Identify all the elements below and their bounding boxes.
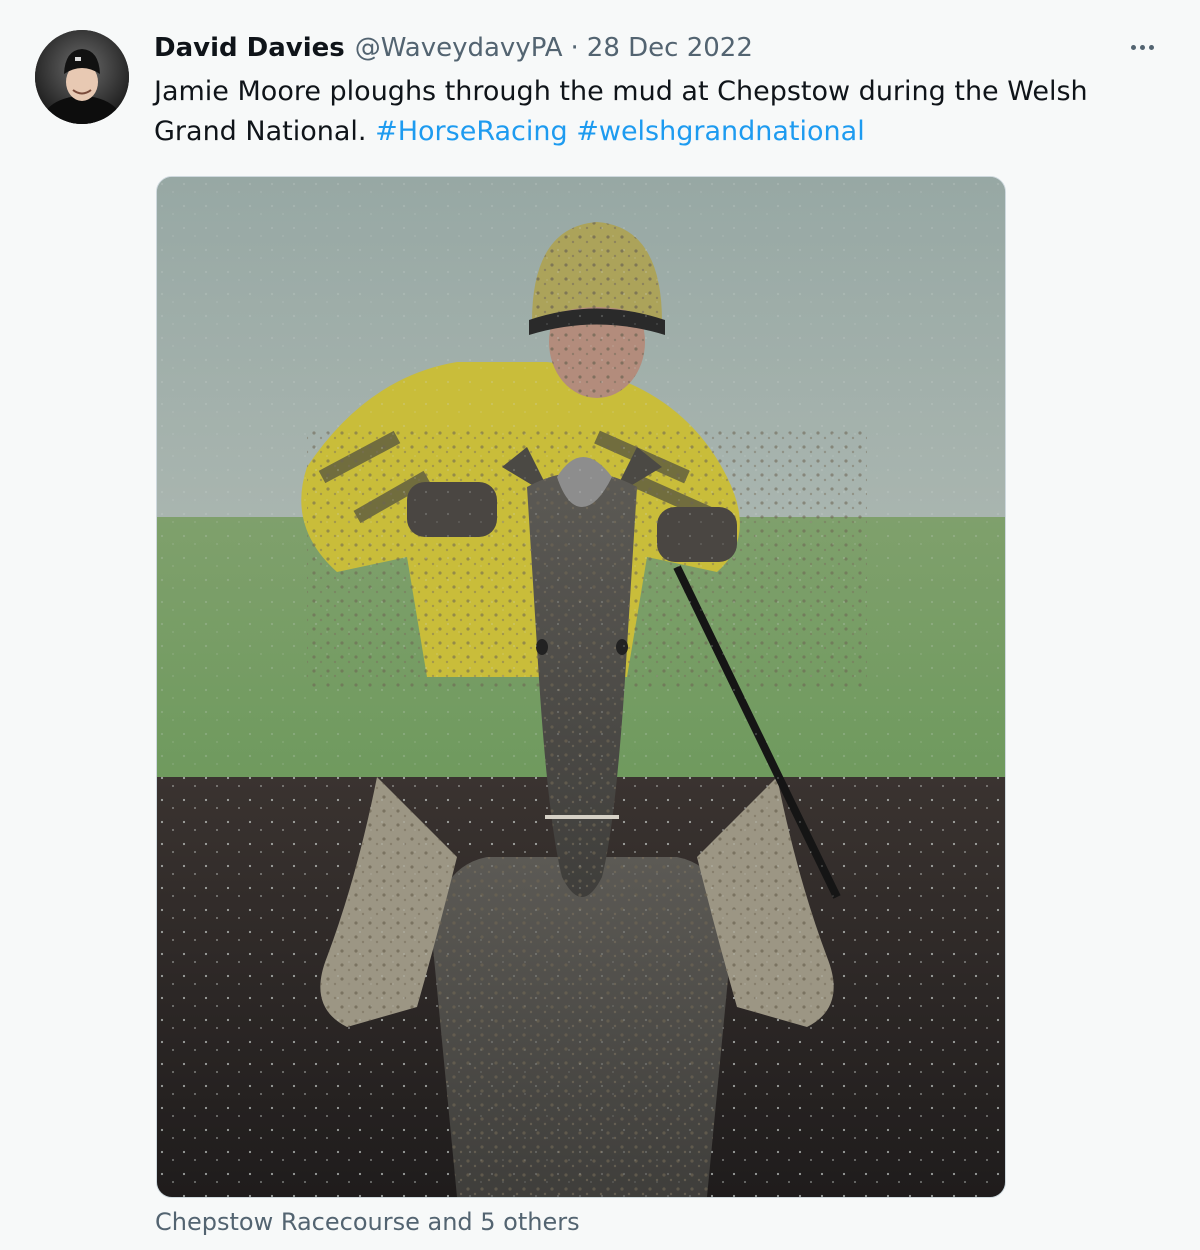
tagged-accounts[interactable]: Chepstow Racecourse and 5 others <box>155 1205 580 1239</box>
hashtag-link[interactable]: #welshgrandnational <box>576 116 864 147</box>
more-horizontal-icon[interactable] <box>1122 32 1162 62</box>
tweet-header: David Davies @WaveydavyPA · 28 Dec 2022 <box>154 30 753 66</box>
hashtag-link[interactable]: #HorseRacing <box>375 116 568 147</box>
tweet-photo[interactable] <box>156 176 1006 1198</box>
tweet-text: Jamie Moore ploughs through the mud at C… <box>154 72 1174 152</box>
tweet-date[interactable]: 28 Dec 2022 <box>587 30 753 66</box>
author-name[interactable]: David Davies <box>154 30 345 66</box>
avatar[interactable] <box>35 30 129 124</box>
author-handle[interactable]: @WaveydavyPA <box>355 30 563 66</box>
separator-dot: · <box>570 33 579 63</box>
tweet: David Davies @WaveydavyPA · 28 Dec 2022 … <box>0 0 1200 1250</box>
